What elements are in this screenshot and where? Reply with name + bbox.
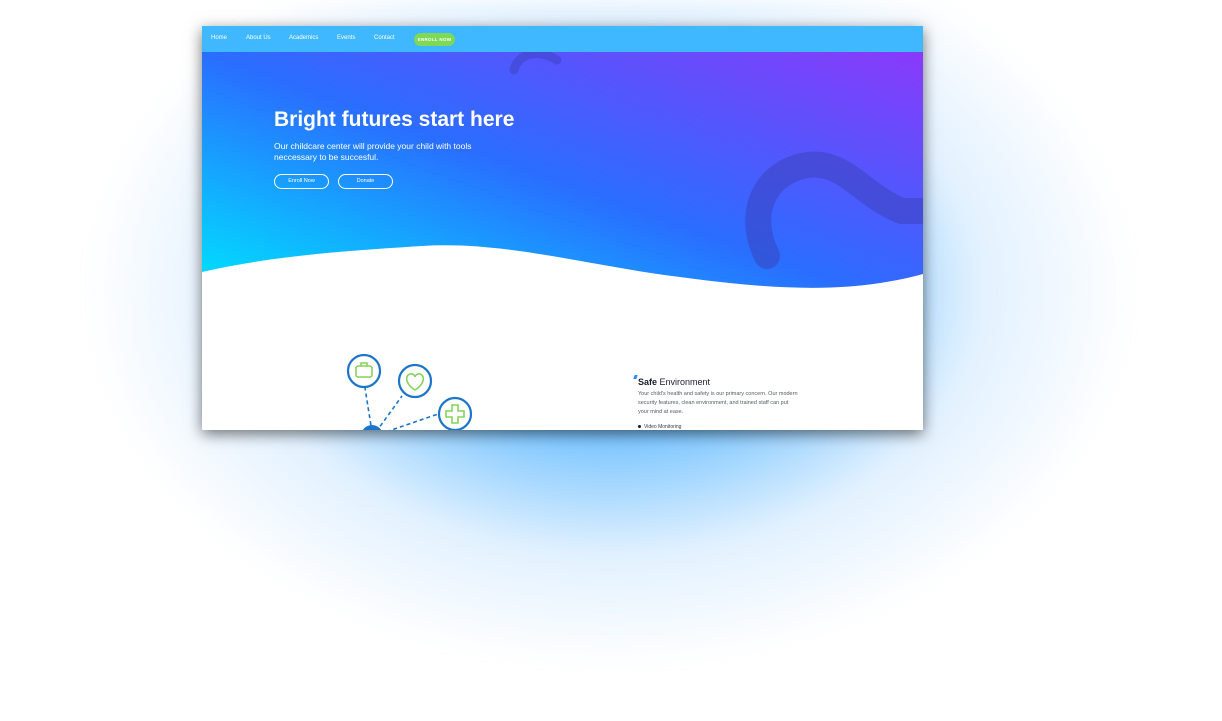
nav-link-academics[interactable]: Academics [289, 35, 318, 41]
heart-chat-icon [397, 363, 433, 399]
plus-icon [437, 396, 473, 430]
briefcase-icon [346, 353, 382, 389]
feature-title-rest: Environment [657, 377, 711, 387]
feature-illustration [346, 353, 473, 430]
nav-link-events[interactable]: Events [337, 35, 355, 41]
nav-link-home[interactable]: Home [211, 35, 227, 41]
hero-title: Bright futures start here [274, 108, 515, 131]
feature-title: Safe Environment [638, 377, 710, 387]
website-screenshot: Home About Us Academics Events Contact E… [202, 26, 923, 430]
enroll-now-nav-button[interactable]: ENROLL NOW [414, 33, 455, 46]
enroll-now-button[interactable]: Enroll Now [274, 174, 329, 189]
feature-description: Your child's health and safety is our pr… [638, 391, 798, 415]
nav-link-about-us[interactable]: About Us [246, 35, 271, 41]
feature-title-bold: Safe [638, 377, 658, 387]
top-navbar: Home About Us Academics Events Contact E… [202, 26, 923, 52]
nav-link-contact[interactable]: Contact [374, 35, 395, 41]
donate-button[interactable]: Donate [338, 174, 393, 189]
hero-subtitle: Our childcare center will provide your c… [274, 141, 472, 162]
feature-list-item: Video Monitoring [638, 424, 681, 430]
